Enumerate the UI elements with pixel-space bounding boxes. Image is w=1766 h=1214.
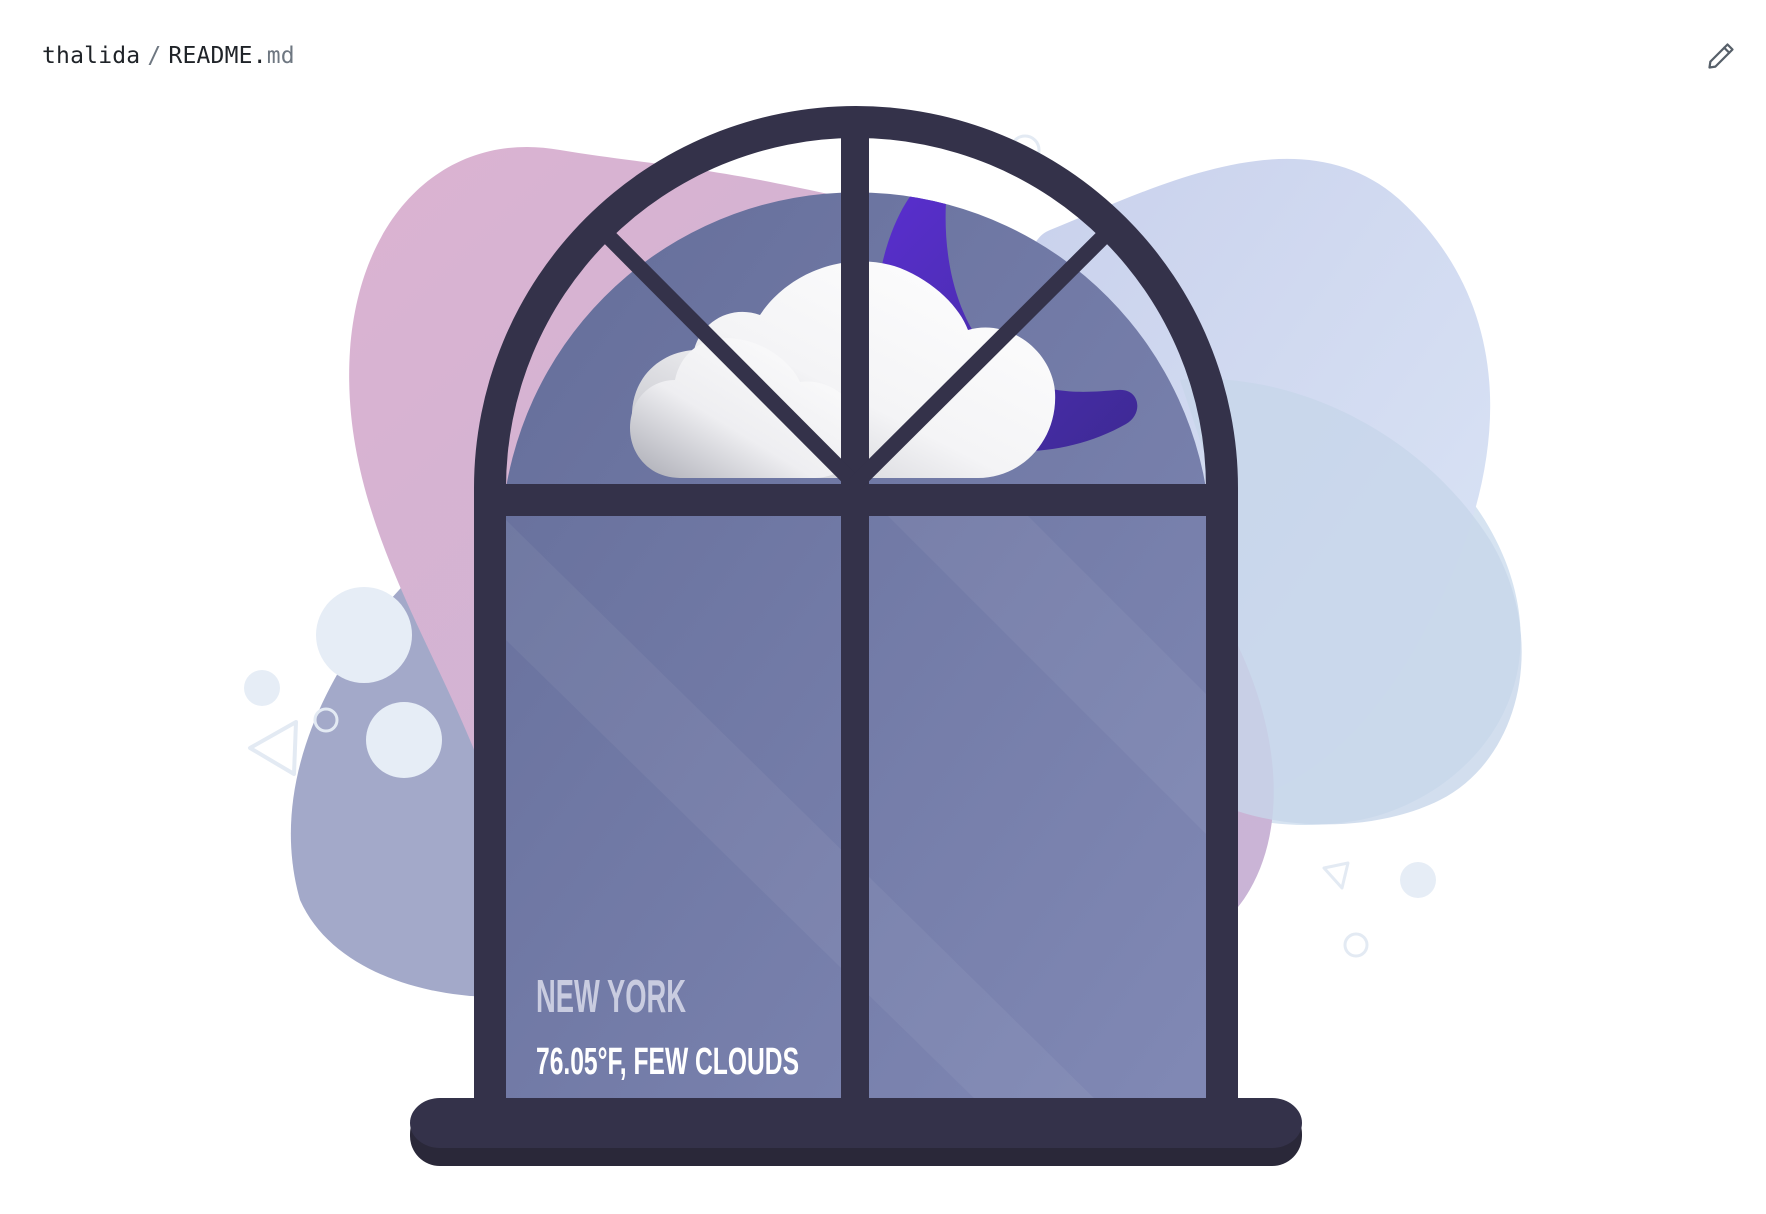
city-label: NEW YORK [536,970,686,1022]
window-sill [410,1098,1302,1166]
weather-conditions: 76.05°F, FEW CLOUDS [536,1041,799,1083]
weather-window-illustration: NEW YORK 76.05°F, FEW CLOUDS [244,106,1522,1166]
